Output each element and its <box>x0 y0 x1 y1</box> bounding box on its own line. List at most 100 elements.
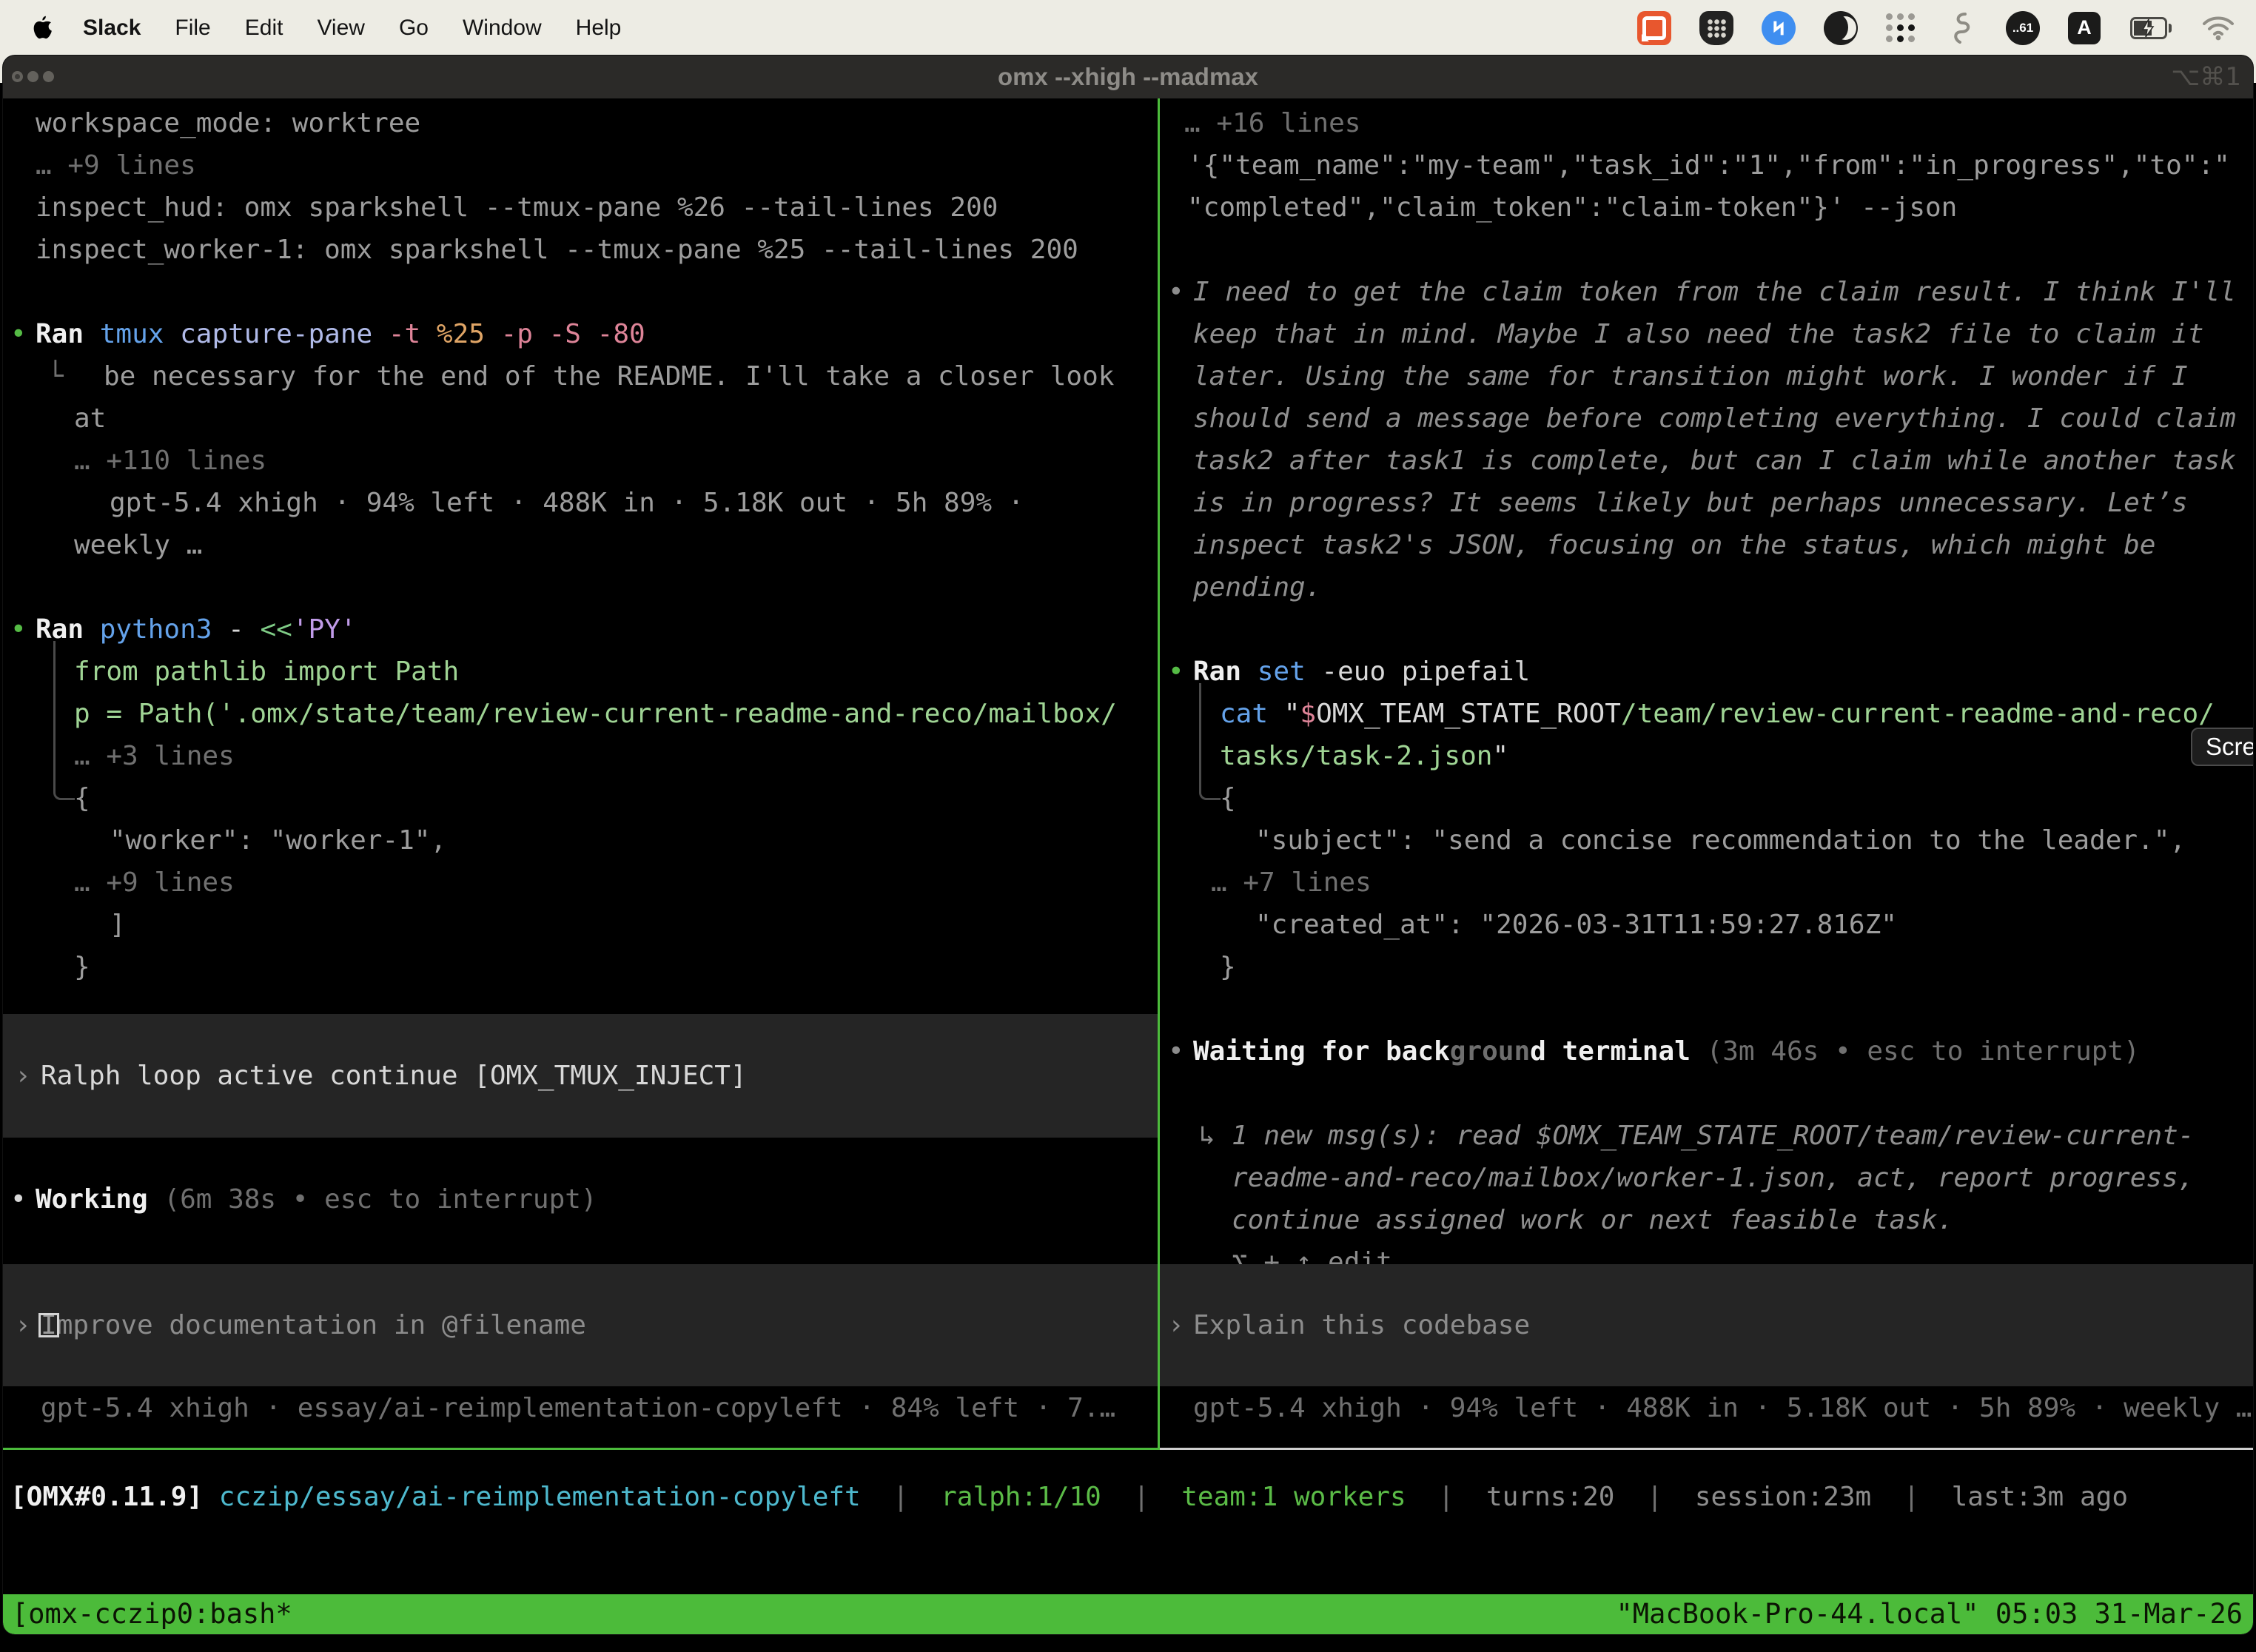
menu-item-window[interactable]: Window <box>463 16 542 41</box>
terminal-line: … +3 lines <box>74 735 235 777</box>
text-seg: cczip/essay/ai-reimplementation-copyleft <box>219 1482 861 1512</box>
text-seg: '{"team_name":"my-team","task_id":"1","f… <box>1187 150 2230 181</box>
text-seg: Waiting for back <box>1193 1036 1450 1067</box>
shield-grid-icon[interactable] <box>1699 11 1733 45</box>
dots-grid-icon[interactable] <box>1886 13 1916 43</box>
terminal-line: I need to get the claim token from the c… <box>1193 271 2236 313</box>
wifi-icon[interactable] <box>2201 11 2235 45</box>
text-seg: { <box>74 783 90 813</box>
text-seg: $ <box>1300 699 1316 729</box>
text-seg: task2 after task1 is complete, but can I… <box>1193 446 2236 476</box>
text-seg: … +110 lines <box>74 446 266 476</box>
terminal-line: • <box>1168 1030 1184 1072</box>
terminal-line: inspect_hud: omx sparkshell --tmux-pane … <box>36 187 998 229</box>
text-seg: from pathlib import Path <box>74 657 459 687</box>
eclipse-app-icon[interactable] <box>1824 11 1858 45</box>
text-seg: inspect task2's JSON, focusing on the st… <box>1193 530 2155 560</box>
text-seg: └ <box>47 361 64 392</box>
terminal-line: • <box>10 313 27 355</box>
terminal-content: workspace_mode: worktree… +9 linesinspec… <box>3 98 2253 1594</box>
text-seg: set <box>1258 657 1306 687</box>
menu-item-go[interactable]: Go <box>399 16 429 41</box>
menu-item-help[interactable]: Help <box>576 16 622 41</box>
terminal-line: "completed","claim_token":"claim-token"}… <box>1187 187 1957 229</box>
keyboard-input-icon[interactable]: A <box>2068 12 2101 44</box>
text-seg: " <box>1268 699 1300 729</box>
text-seg: groun <box>1450 1036 1530 1067</box>
text-seg: Working <box>36 1184 148 1215</box>
right-pane-border <box>1160 1448 2253 1450</box>
text-seg: ] <box>110 910 126 940</box>
wifi-glyph <box>2201 15 2235 41</box>
terminal-line: "subject": "send a concise recommendatio… <box>1255 819 2186 862</box>
text-seg: keep that in mind. Maybe I also need the… <box>1193 319 2203 349</box>
text-seg: (6m 38s • esc to interrupt) <box>148 1184 597 1215</box>
text-seg: I <box>41 1310 57 1340</box>
text-seg: gpt-5.4 xhigh · essay/ai-reimplementatio… <box>41 1393 1115 1423</box>
left-pane-border <box>3 1448 1158 1450</box>
text-seg: • <box>1168 277 1184 307</box>
text-seg: later. Using the same for transition mig… <box>1193 361 2188 392</box>
count-badge-icon[interactable]: ..61 <box>2006 11 2040 45</box>
text-seg: "subject": "send a concise recommendatio… <box>1255 825 2186 856</box>
text-seg: • <box>1168 657 1184 687</box>
text-seg: should send a message before completing … <box>1193 403 2236 434</box>
grid-glyph <box>1707 19 1726 38</box>
menu-item-view[interactable]: View <box>317 16 364 41</box>
apple-menu-icon[interactable] <box>30 13 55 43</box>
terminal-line: readme-and-reco/mailbox/worker-1.json, a… <box>1232 1157 2194 1199</box>
terminal-line: … +9 lines <box>74 862 235 904</box>
text-seg: weekly … <box>74 530 202 560</box>
terminal-line: • <box>10 608 27 651</box>
window-titlebar[interactable]: omx --xhigh --madmax ⌥⌘1 <box>3 56 2253 98</box>
terminal-line: … +9 lines <box>36 144 196 187</box>
squiggle-icon[interactable] <box>1944 11 1978 45</box>
text-seg: Ran <box>1193 657 1241 687</box>
text-seg: Ran <box>36 614 84 645</box>
terminal-line: at <box>74 397 106 440</box>
text-seg: p = Path('.omx/state/team/review-current… <box>74 699 1117 729</box>
text-seg: • <box>10 319 27 349</box>
terminal-window: omx --xhigh --madmax ⌥⌘1 workspace_mode:… <box>3 56 2253 1634</box>
text-seg: ↳ <box>1199 1121 1215 1151</box>
text-seg: } <box>74 952 90 982</box>
text-seg: 1 new msg(s): read $OMX_TEAM_STATE_ROOT/… <box>1232 1121 2194 1151</box>
text-seg: d terminal <box>1530 1036 1691 1067</box>
text-seg: … +3 lines <box>74 741 235 771</box>
menu-item-edit[interactable]: Edit <box>245 16 283 41</box>
verified-badge-icon[interactable] <box>1762 11 1796 45</box>
terminal-line: gpt-5.4 xhigh · 94% left · 488K in · 5.1… <box>110 482 1024 524</box>
text-seg: team:1 workers <box>1181 1482 1406 1512</box>
menu-item-file[interactable]: File <box>175 16 210 41</box>
terminal-line: … +110 lines <box>74 440 266 482</box>
menu-items: File Edit View Go Window Help <box>141 16 621 41</box>
terminal-line: … +7 lines <box>1211 862 1372 904</box>
input-source-label: A <box>2077 16 2092 39</box>
battery-icon[interactable] <box>2129 11 2173 45</box>
terminal-line: pending. <box>1193 566 1321 608</box>
terminal-line: • <box>1168 271 1184 313</box>
text-seg: | <box>1614 1482 1694 1512</box>
terminal-line: should send a message before completing … <box>1193 397 2236 440</box>
terminal-line: gpt-5.4 xhigh · essay/ai-reimplementatio… <box>41 1387 1115 1429</box>
terminal-line: 1 new msg(s): read $OMX_TEAM_STATE_ROOT/… <box>1232 1115 2194 1157</box>
text-seg <box>203 1482 219 1512</box>
terminal-line: • <box>1168 651 1184 693</box>
text-seg: 'PY' <box>292 614 357 645</box>
text-seg: be necessary for the end of the README. … <box>104 361 1114 392</box>
text-seg: • <box>10 1184 27 1215</box>
menu-app-name[interactable]: Slack <box>83 16 141 41</box>
text-seg: is in progress? It seems likely but perh… <box>1193 488 2188 518</box>
zigzag-glyph <box>1768 18 1789 38</box>
text-seg <box>1241 657 1258 687</box>
terminal-line: cat "$OMX_TEAM_STATE_ROOT/team/review-cu… <box>1220 693 2215 735</box>
screen-tooltip: Scre <box>2191 728 2253 766</box>
terminal-line: › <box>1168 1304 1184 1346</box>
terminal-line: gpt-5.4 xhigh · 94% left · 488K in · 5.1… <box>1193 1387 2252 1429</box>
chat-app-icon[interactable] <box>1637 11 1671 45</box>
text-seg: } <box>1220 952 1236 982</box>
text-seg: tmux <box>100 319 164 349</box>
text-seg <box>244 614 261 645</box>
omx-status-line: [OMX#0.11.9] cczip/essay/ai-reimplementa… <box>10 1476 2128 1518</box>
text-seg: last:3m ago <box>1952 1482 2128 1512</box>
